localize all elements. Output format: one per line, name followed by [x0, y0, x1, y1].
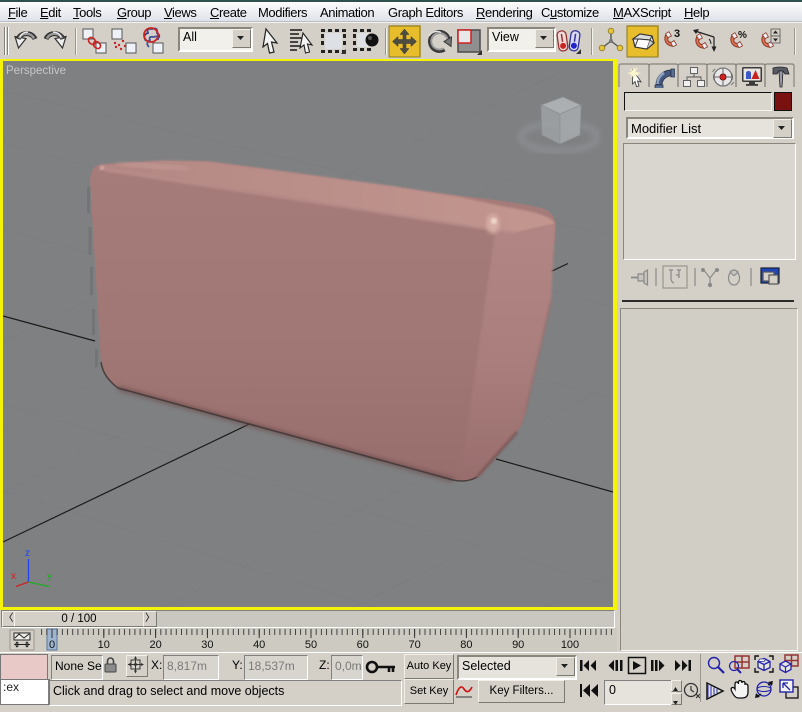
svg-text:0: 0: [49, 639, 55, 651]
svg-text:40: 40: [253, 639, 265, 651]
svg-text:90: 90: [512, 639, 524, 651]
svg-text:%: %: [738, 30, 747, 41]
svg-text:x: x: [11, 571, 16, 582]
svg-text:80: 80: [460, 639, 472, 651]
svg-text:70: 70: [408, 639, 420, 651]
svg-text:Perspective: Perspective: [6, 65, 66, 77]
svg-text:100: 100: [561, 639, 579, 651]
svg-text:50: 50: [305, 639, 317, 651]
svg-text:60: 60: [357, 639, 369, 651]
svg-text:3: 3: [674, 28, 680, 40]
svg-text:20: 20: [149, 639, 161, 651]
svg-text:y: y: [47, 571, 52, 582]
svg-text:10: 10: [98, 639, 110, 651]
svg-text:z: z: [25, 548, 30, 559]
svg-text:30: 30: [201, 639, 213, 651]
